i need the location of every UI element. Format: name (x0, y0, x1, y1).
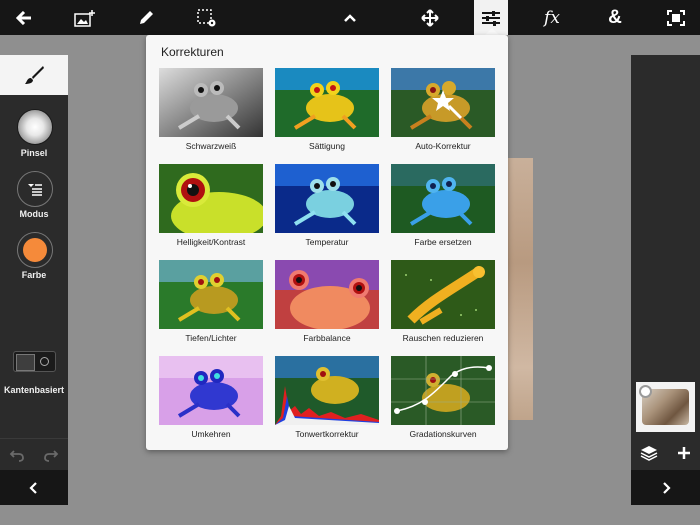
selection-gear-icon (197, 8, 216, 26)
undo-redo-row (0, 438, 68, 471)
fx-icon: fx (544, 7, 560, 28)
thumbnail-curves (391, 356, 495, 425)
brush-size-picker[interactable] (17, 109, 53, 145)
adjustment-invert[interactable]: Umkehren (159, 356, 263, 446)
thumbnail-invert (159, 356, 263, 425)
back-arrow-icon (16, 10, 31, 25)
layer-thumbnail[interactable] (636, 382, 695, 432)
selection-button[interactable] (186, 0, 228, 35)
caption: Auto-Korrektur (415, 141, 471, 151)
blend-button[interactable]: & (594, 0, 636, 35)
caption: Temperatur (305, 237, 349, 247)
brush-label: Pinsel (20, 148, 48, 158)
caption: Tonwertkorrektur (295, 429, 359, 439)
adjustment-curves[interactable]: Gradationskurven (391, 356, 495, 446)
adjustment-auto-correct[interactable]: Auto-Korrektur (391, 68, 495, 158)
top-toolbar: fx & (0, 0, 700, 35)
adjustment-temperature[interactable]: Temperatur (275, 164, 379, 254)
chevron-left-icon (29, 481, 37, 494)
thumbnail-temperature (275, 164, 379, 233)
adjustment-replace-color[interactable]: Farbe ersetzen (391, 164, 495, 254)
edge-aware-label: Kantenbasiert (3, 385, 65, 395)
thumbnail-color-balance (275, 260, 379, 329)
add-layer-icon[interactable] (677, 446, 691, 460)
thumbnail-shadows-highlights (159, 260, 263, 329)
image-canvas[interactable] (505, 158, 533, 420)
adjustment-brightness-contrast[interactable]: Helligkeit/Kontrast (159, 164, 263, 254)
chevron-right-icon (662, 481, 671, 494)
collapse-toolbar-button[interactable] (330, 0, 370, 35)
layer-tools (631, 436, 700, 469)
layers-icon[interactable] (640, 445, 658, 461)
adjustment-levels[interactable]: Tonwertkorrektur (275, 356, 379, 446)
caption: Umkehren (191, 429, 231, 439)
adjustment-reduce-noise[interactable]: Rauschen reduzieren (391, 260, 495, 350)
brush-tool-tab[interactable] (0, 55, 68, 95)
left-tool-panel: Pinsel Modus Farbe Kantenbasiert (0, 55, 68, 505)
color-label: Farbe (21, 270, 47, 280)
thumbnail-black-white (159, 68, 263, 137)
effects-button[interactable]: fx (530, 0, 574, 35)
caption: Schwarzweiß (185, 141, 237, 151)
caption: Tiefen/Lichter (185, 333, 237, 343)
fit-screen-icon (667, 9, 685, 26)
adjustments-popover: Korrekturen Schwarzweiß Sättigung Auto-K… (146, 35, 508, 450)
mode-list-icon (28, 184, 42, 196)
adjustment-color-balance[interactable]: Farbbalance (275, 260, 379, 350)
move-button[interactable] (410, 0, 450, 35)
add-image-icon (74, 9, 95, 27)
caption: Sättigung (309, 141, 345, 151)
draw-button[interactable] (126, 0, 166, 35)
caption: Helligkeit/Kontrast (176, 237, 246, 247)
back-button[interactable] (4, 0, 44, 35)
thumbnail-saturation (275, 68, 379, 137)
brush-icon (25, 66, 44, 84)
caption: Rauschen reduzieren (402, 333, 484, 343)
thumbnail-reduce-noise (391, 260, 495, 329)
layer-status-icon (639, 385, 652, 398)
color-swatch (23, 238, 47, 262)
add-image-button[interactable] (64, 0, 106, 35)
adjustment-black-white[interactable]: Schwarzweiß (159, 68, 263, 158)
thumbnail-levels (275, 356, 379, 425)
undo-icon[interactable] (9, 448, 25, 462)
edge-aware-toggle[interactable] (13, 351, 56, 372)
mode-label: Modus (19, 209, 49, 219)
move-icon (421, 8, 439, 27)
thumbnail-brightness-contrast (159, 164, 263, 233)
adjustment-saturation[interactable]: Sättigung (275, 68, 379, 158)
ampersand-icon: & (608, 6, 622, 28)
chevron-up-icon (344, 13, 356, 22)
adjustment-shadows-highlights[interactable]: Tiefen/Lichter (159, 260, 263, 350)
redo-icon[interactable] (43, 448, 59, 462)
thumbnail-replace-color (391, 164, 495, 233)
caption: Gradationskurven (409, 429, 477, 439)
right-panel-collapse-button[interactable] (631, 470, 700, 505)
sliders-icon (482, 10, 500, 26)
caption: Farbe ersetzen (414, 237, 472, 247)
caption: Farbbalance (303, 333, 351, 343)
fit-screen-button[interactable] (656, 0, 696, 35)
popover-title: Korrekturen (161, 45, 224, 59)
left-panel-collapse-button[interactable] (0, 470, 68, 505)
pencil-icon (140, 10, 153, 24)
color-picker[interactable] (17, 232, 53, 268)
mode-picker[interactable] (17, 171, 53, 207)
thumbnail-auto-correct (391, 68, 495, 137)
